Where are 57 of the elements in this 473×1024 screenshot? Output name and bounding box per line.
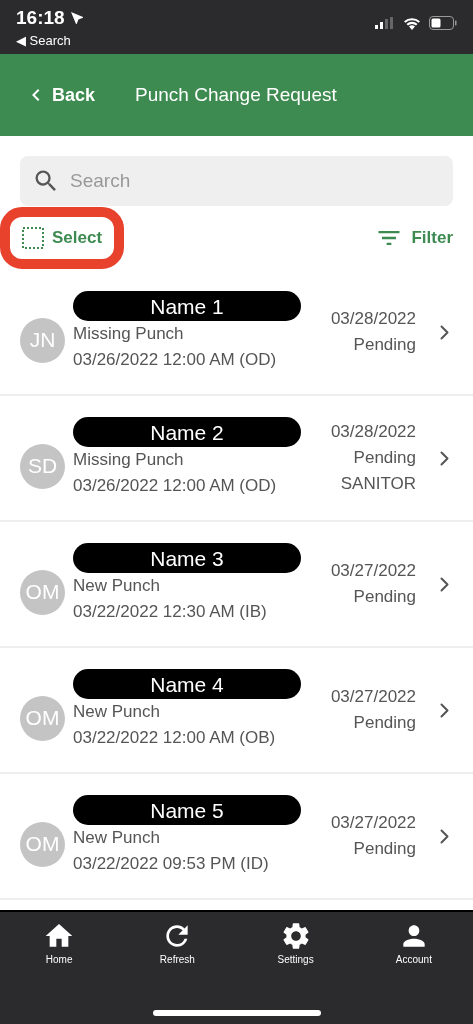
avatar: SD bbox=[20, 443, 65, 489]
punch-time: 03/22/2022 12:00 AM (OB) bbox=[73, 727, 277, 749]
request-date: 03/27/2022 bbox=[330, 686, 416, 708]
page-title: Punch Change Request bbox=[135, 82, 337, 107]
employee-name: Name 2 bbox=[73, 417, 301, 447]
request-type: New Punch bbox=[73, 827, 161, 849]
request-date: 03/27/2022 bbox=[330, 812, 416, 834]
back-button[interactable]: Back bbox=[24, 81, 96, 109]
request-status: Pending bbox=[353, 838, 416, 860]
back-to-app-link[interactable]: ◀ Search bbox=[16, 32, 85, 49]
request-status: Pending bbox=[353, 334, 416, 356]
tab-bar-item[interactable]: Account bbox=[373, 920, 454, 967]
request-type: New Punch bbox=[73, 575, 161, 597]
avatar: OM bbox=[20, 569, 65, 615]
employee-name: Name 4 bbox=[73, 669, 301, 699]
chevron-right-icon bbox=[440, 450, 449, 466]
employee-name: Name 3 bbox=[73, 543, 301, 573]
department-label: SANITOR bbox=[340, 473, 416, 495]
chevron-right-icon bbox=[440, 702, 449, 718]
tab-bar-item[interactable]: Settings bbox=[255, 920, 336, 967]
request-row[interactable]: OM Name 4 New Punch 03/22/2022 12:00 AM (OB) 03/27/2022 Pending bbox=[0, 648, 473, 774]
wifi-icon bbox=[403, 16, 421, 30]
request-status: Pending bbox=[353, 712, 416, 734]
request-date: 03/28/2022 bbox=[330, 308, 416, 330]
punch-time: 03/26/2022 12:00 AM (OD) bbox=[73, 349, 278, 371]
dotted-square-icon bbox=[22, 227, 44, 249]
signal-icon bbox=[375, 17, 395, 29]
employee-name: Name 5 bbox=[73, 795, 301, 825]
punch-time: 03/22/2022 09:53 PM (ID) bbox=[73, 853, 270, 875]
request-row[interactable]: OM Name 3 New Punch 03/22/2022 12:30 AM (IB) 03/27/2022 Pending bbox=[0, 522, 473, 648]
punch-time: 03/26/2022 12:00 AM (OD) bbox=[73, 475, 278, 497]
avatar: OM bbox=[20, 821, 65, 867]
location-arrow-icon bbox=[68, 10, 85, 27]
request-row[interactable]: JN Name 1 Missing Punch 03/26/2022 12:00 AM (OD) 03/28/2022 Pending bbox=[0, 270, 473, 396]
tab-bar-item[interactable]: Refresh bbox=[137, 920, 218, 967]
request-type: New Punch bbox=[73, 701, 161, 723]
status-time: 16:18 bbox=[16, 6, 65, 30]
employee-name: Name 1 bbox=[73, 291, 301, 321]
battery-icon bbox=[429, 16, 457, 30]
avatar: JN bbox=[20, 317, 65, 363]
request-type: Missing Punch bbox=[73, 449, 185, 471]
request-status: Pending bbox=[353, 447, 416, 469]
chevron-right-icon bbox=[440, 576, 449, 592]
request-row[interactable]: OM Name 5 New Punch 03/22/2022 09:53 PM (ID) 03/27/2022 Pending bbox=[0, 774, 473, 900]
punch-time: 03/22/2022 12:30 AM (IB) bbox=[73, 601, 268, 623]
request-date: 03/27/2022 bbox=[330, 560, 416, 582]
request-type: Missing Punch bbox=[73, 323, 185, 345]
search-field[interactable]: Search bbox=[20, 156, 453, 206]
request-date: 03/28/2022 bbox=[330, 421, 416, 443]
filter-button[interactable]: Filter bbox=[375, 224, 453, 252]
avatar: OM bbox=[20, 695, 65, 741]
chevron-right-icon bbox=[440, 324, 449, 340]
tab-bar-item[interactable]: Home bbox=[19, 920, 100, 967]
request-row[interactable]: SD Name 2 Missing Punch 03/26/2022 12:00 AM (OD) 03/28/2022 Pending SANITOR bbox=[0, 396, 473, 522]
select-button[interactable]: Select bbox=[22, 225, 103, 251]
request-status: Pending bbox=[353, 586, 416, 608]
chevron-right-icon bbox=[440, 828, 449, 844]
